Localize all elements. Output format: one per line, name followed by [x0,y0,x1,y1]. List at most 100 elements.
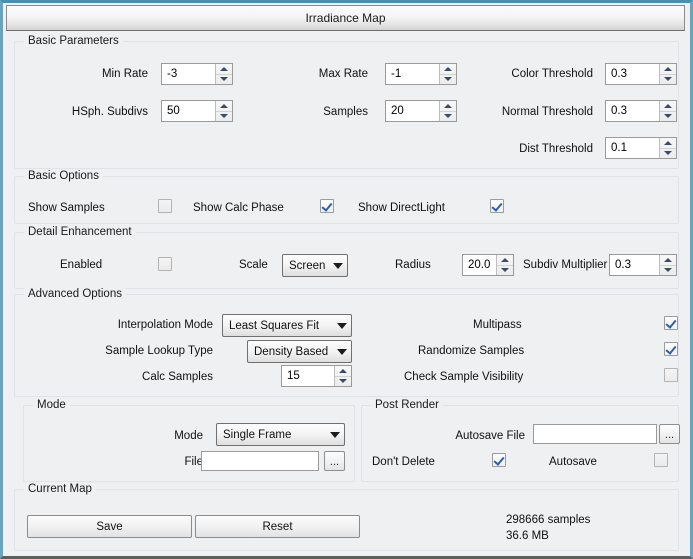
chevron-down-icon [333,262,343,269]
show-calc-phase-label: Show Calc Phase [193,202,284,214]
radius-spinbox[interactable]: 20.0 [462,254,514,276]
detail-enhancement-legend: Detail Enhancement [24,226,136,238]
interpolation-mode-value: Least Squares Fit [229,319,320,332]
radius-down-arrow-icon[interactable] [497,264,513,276]
show-directlight-label: Show DirectLight [358,202,445,214]
show-directlight-checkbox[interactable] [490,199,504,213]
normal-threshold-value[interactable]: 0.3 [606,101,659,121]
enabled-label: Enabled [60,259,103,271]
scale-label: Scale [239,259,268,271]
min-rate-down-arrow-icon[interactable] [216,73,232,85]
multipass-checkbox[interactable] [664,316,678,330]
subdiv-multiplier-spinbox[interactable]: 0.3 [609,254,677,276]
min-rate-arrows[interactable] [215,64,232,84]
hsph-subdivs-down-arrow-icon[interactable] [216,110,232,122]
sample-lookup-type-value: Density Based [254,345,329,358]
post-render-legend: Post Render [371,399,443,411]
min-rate-value[interactable]: -3 [162,64,215,84]
subdiv-multiplier-label: Subdiv Multiplier [523,259,608,271]
calc-samples-up-arrow-icon[interactable] [335,366,351,376]
subdiv-multiplier-arrows[interactable] [659,255,676,275]
autosave-label: Autosave [549,456,597,468]
calc-samples-value[interactable]: 15 [282,366,334,386]
calc-samples-label: Calc Samples [142,371,213,383]
reset-button[interactable]: Reset [195,515,360,538]
advanced-options-legend: Advanced Options [24,288,126,300]
color-threshold-arrows[interactable] [659,64,676,84]
dont-delete-checkbox[interactable] [492,453,506,467]
chevron-down-icon [330,431,340,438]
radius-arrows[interactable] [496,255,513,275]
subdiv-multiplier-up-arrow-icon[interactable] [660,255,676,265]
check-sample-visibility-checkbox[interactable] [664,368,678,382]
chevron-down-icon [337,348,347,355]
autosave-file-input[interactable] [533,424,657,444]
mode-label: Mode [174,430,203,442]
color-threshold-spinbox[interactable]: 0.3 [605,63,677,85]
normal-threshold-label: Normal Threshold [501,106,593,118]
dist-threshold-spinbox[interactable]: 0.1 [605,137,677,159]
check-sample-visibility-label: Check Sample Visibility [404,371,524,383]
interpolation-mode-combobox[interactable]: Least Squares Fit [222,314,352,337]
save-button[interactable]: Save [27,515,192,538]
dist-threshold-value[interactable]: 0.1 [606,138,659,158]
mode-combobox[interactable]: Single Frame [216,423,345,446]
normal-threshold-down-arrow-icon[interactable] [660,110,676,122]
calc-samples-arrows[interactable] [334,366,351,386]
show-samples-label: Show Samples [28,202,105,214]
hsph-subdivs-arrows[interactable] [215,101,232,121]
sample-lookup-type-label: Sample Lookup Type [105,345,213,357]
subdiv-multiplier-value[interactable]: 0.3 [610,255,659,275]
radius-value[interactable]: 20.0 [463,255,496,275]
window-content: Irradiance Map Basic Parameters Min Rate… [3,3,690,556]
randomize-samples-label: Randomize Samples [418,345,525,357]
mode-legend: Mode [33,399,70,411]
detail-enhancement-enabled-checkbox[interactable] [158,257,172,271]
interpolation-mode-label: Interpolation Mode [117,319,213,331]
min-rate-up-arrow-icon[interactable] [216,64,232,74]
color-threshold-down-arrow-icon[interactable] [660,73,676,85]
show-calc-phase-checkbox[interactable] [320,199,334,213]
hsph-subdivs-value[interactable]: 50 [162,101,215,121]
calc-samples-spinbox[interactable]: 15 [281,365,352,387]
normal-threshold-arrows[interactable] [659,101,676,121]
normal-threshold-spinbox[interactable]: 0.3 [605,100,677,122]
dont-delete-label: Don't Delete [372,456,435,468]
scale-value: Screen [289,259,326,272]
color-threshold-label: Color Threshold [511,68,593,80]
mode-value: Single Frame [223,428,292,441]
min-rate-label: Min Rate [101,68,148,80]
max-rate-label: Max Rate [318,68,368,80]
mode-file-input[interactable] [201,451,319,471]
radius-label: Radius [395,259,431,271]
hsph-subdivs-label: HSph. Subdivs [71,106,148,118]
calc-samples-down-arrow-icon[interactable] [335,375,351,387]
dist-threshold-label: Dist Threshold [519,143,593,155]
normal-threshold-up-arrow-icon[interactable] [660,101,676,111]
show-samples-checkbox[interactable] [158,199,172,213]
mode-file-label: File [184,456,203,468]
mode-file-browse-button[interactable]: ... [324,451,345,471]
map-size-text: 36.6 MB [506,530,549,542]
randomize-samples-checkbox[interactable] [664,342,678,356]
radius-up-arrow-icon[interactable] [497,255,513,265]
window-titlebar: Irradiance Map [6,5,685,31]
scale-combobox[interactable]: Screen [282,254,348,277]
dist-threshold-arrows[interactable] [659,138,676,158]
sample-lookup-type-combobox[interactable]: Density Based [247,340,352,363]
hsph-subdivs-spinbox[interactable]: 50 [161,100,233,122]
color-threshold-value[interactable]: 0.3 [606,64,659,84]
samples-count-text: 298666 samples [506,514,591,526]
dist-threshold-up-arrow-icon[interactable] [660,138,676,148]
min-rate-spinbox[interactable]: -3 [161,63,233,85]
dist-threshold-down-arrow-icon[interactable] [660,147,676,159]
multipass-label: Multipass [473,319,522,331]
autosave-checkbox[interactable] [654,453,668,467]
hsph-subdivs-up-arrow-icon[interactable] [216,101,232,111]
max-rate-value[interactable]: -1 [386,64,439,84]
samples-value[interactable]: 20 [386,101,439,121]
color-threshold-up-arrow-icon[interactable] [660,64,676,74]
autosave-file-browse-button[interactable]: ... [659,424,680,444]
subdiv-multiplier-down-arrow-icon[interactable] [660,264,676,276]
irradiance-map-window: Irradiance Map Basic Parameters Min Rate… [0,0,693,559]
